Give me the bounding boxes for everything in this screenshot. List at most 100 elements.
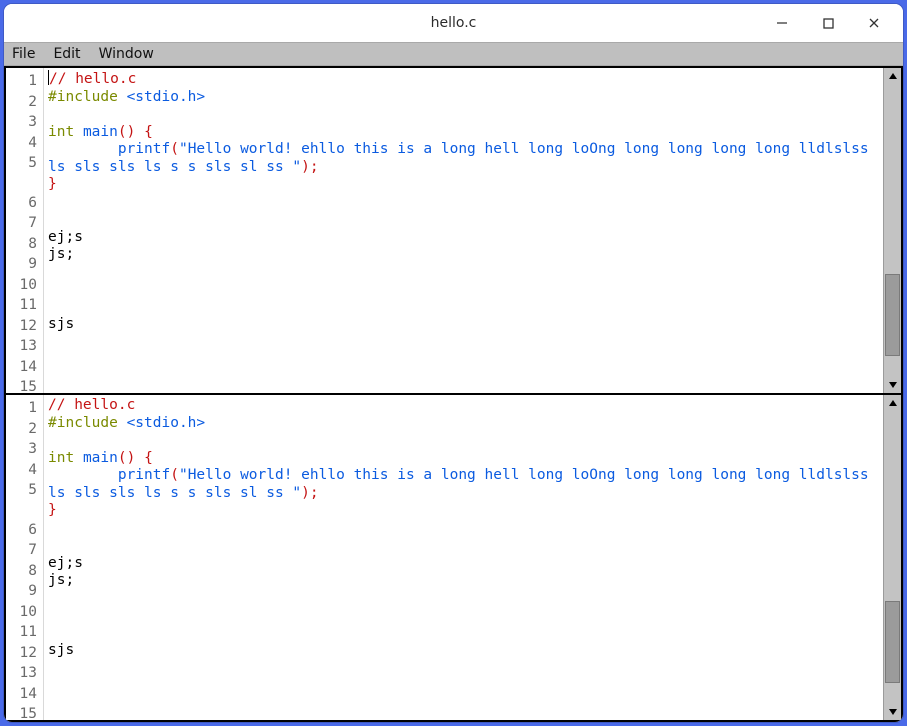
code-line[interactable]: // hello.c [48, 70, 879, 89]
code-line[interactable]: ​ [48, 334, 879, 352]
line-number: 8 [6, 563, 43, 581]
token: int [48, 124, 74, 140]
token [74, 124, 83, 140]
code-line[interactable]: ​ [48, 607, 879, 625]
line-number: 11 [6, 624, 43, 642]
code-line[interactable]: } [48, 502, 879, 520]
code-line[interactable]: ​ [48, 625, 879, 643]
code-line[interactable]: ​ [48, 712, 879, 720]
code-line[interactable]: ​ [48, 695, 879, 713]
code-line[interactable]: ​ [48, 369, 879, 387]
code-line[interactable]: ​ [48, 194, 879, 212]
token: // hello.c [49, 71, 136, 87]
line-number: 8 [6, 236, 43, 254]
triangle-up-icon [888, 72, 898, 80]
menu-edit[interactable]: Edit [53, 46, 80, 62]
token: () [118, 124, 135, 140]
code-line[interactable]: ​ [48, 660, 879, 678]
line-number: 14 [6, 686, 43, 704]
code-line[interactable]: sjs [48, 642, 879, 660]
close-button[interactable] [851, 8, 897, 38]
code-line[interactable]: ​ [48, 106, 879, 124]
scroll-down-button[interactable] [884, 377, 901, 393]
code-line[interactable]: ​ [48, 386, 879, 393]
code-line[interactable]: printf("Hello world! ehllo this is a lon… [48, 467, 879, 502]
scroll-track[interactable] [884, 411, 901, 704]
editor-pane-top[interactable]: 123456789101112131415161718 // hello.c#i… [4, 66, 903, 395]
code-line[interactable]: js; [48, 246, 879, 264]
minimize-icon [776, 17, 788, 29]
code-line[interactable]: ​ [48, 677, 879, 695]
code-line[interactable]: ​ [48, 281, 879, 299]
code-line[interactable]: printf("Hello world! ehllo this is a lon… [48, 141, 879, 176]
token: js; [48, 246, 74, 262]
vertical-scrollbar[interactable] [883, 68, 901, 393]
scroll-down-button[interactable] [884, 704, 901, 720]
scroll-track[interactable] [884, 84, 901, 377]
code-line[interactable]: // hello.c [48, 397, 879, 415]
code-line[interactable]: ​ [48, 590, 879, 608]
line-number: 1 [6, 73, 43, 91]
scroll-up-button[interactable] [884, 68, 901, 84]
token: ); [301, 159, 318, 175]
code-line[interactable]: sjs [48, 316, 879, 334]
code-area[interactable]: // hello.c#include <stdio.h>​int main() … [44, 395, 883, 720]
token: printf [118, 467, 170, 483]
line-number: 7 [6, 215, 43, 233]
token: main [83, 450, 118, 466]
vertical-scrollbar[interactable] [883, 395, 901, 720]
token: sjs [48, 316, 74, 332]
code-line[interactable]: int main() { [48, 450, 879, 468]
token [48, 467, 118, 483]
minimize-button[interactable] [759, 8, 805, 38]
menu-window[interactable]: Window [99, 46, 154, 62]
token: { [144, 124, 153, 140]
line-gutter: 123456789101112131415161718 [6, 68, 44, 393]
code-line[interactable]: js; [48, 572, 879, 590]
editor-pane-bottom[interactable]: 123456789101112131415161718 // hello.c#i… [4, 393, 903, 722]
code-line[interactable]: ej;s [48, 555, 879, 573]
line-number: 10 [6, 604, 43, 622]
line-number: 1 [6, 400, 43, 418]
line-number: 11 [6, 297, 43, 315]
token: <stdio.h> [127, 415, 206, 431]
titlebar[interactable]: hello.c [4, 4, 903, 42]
maximize-button[interactable] [805, 8, 851, 38]
code-line[interactable]: ​ [48, 264, 879, 282]
token [135, 450, 144, 466]
code-line[interactable]: ​ [48, 432, 879, 450]
maximize-icon [823, 18, 834, 29]
code-line[interactable]: ​ [48, 299, 879, 317]
editor-window: hello.c File Edit Window 123456789101112… [4, 4, 903, 722]
code-line[interactable]: ​ [48, 211, 879, 229]
code-area[interactable]: // hello.c#include <stdio.h>​int main() … [44, 68, 883, 393]
line-number: 3 [6, 441, 43, 459]
code-line[interactable]: #include <stdio.h> [48, 89, 879, 107]
code-line[interactable]: } [48, 176, 879, 194]
scroll-up-button[interactable] [884, 395, 901, 411]
triangle-up-icon [888, 399, 898, 407]
token: } [48, 502, 57, 518]
code-line[interactable]: ej;s [48, 229, 879, 247]
code-line[interactable]: ​ [48, 520, 879, 538]
menu-file[interactable]: File [12, 46, 35, 62]
token: ( [170, 467, 179, 483]
token: int [48, 450, 74, 466]
scroll-thumb[interactable] [885, 274, 900, 356]
code-line[interactable]: ​ [48, 537, 879, 555]
line-number: 12 [6, 318, 43, 336]
line-number: 3 [6, 114, 43, 132]
scroll-thumb[interactable] [885, 601, 900, 683]
token: js; [48, 572, 74, 588]
line-number: 6 [6, 522, 43, 540]
line-number: 12 [6, 645, 43, 663]
line-number: 4 [6, 135, 43, 153]
code-line[interactable]: ​ [48, 351, 879, 369]
token [74, 450, 83, 466]
token: sjs [48, 642, 74, 658]
token: printf [118, 141, 170, 157]
code-line[interactable]: int main() { [48, 124, 879, 142]
code-line[interactable]: #include <stdio.h> [48, 415, 879, 433]
close-icon [868, 17, 880, 29]
token: ( [170, 141, 179, 157]
